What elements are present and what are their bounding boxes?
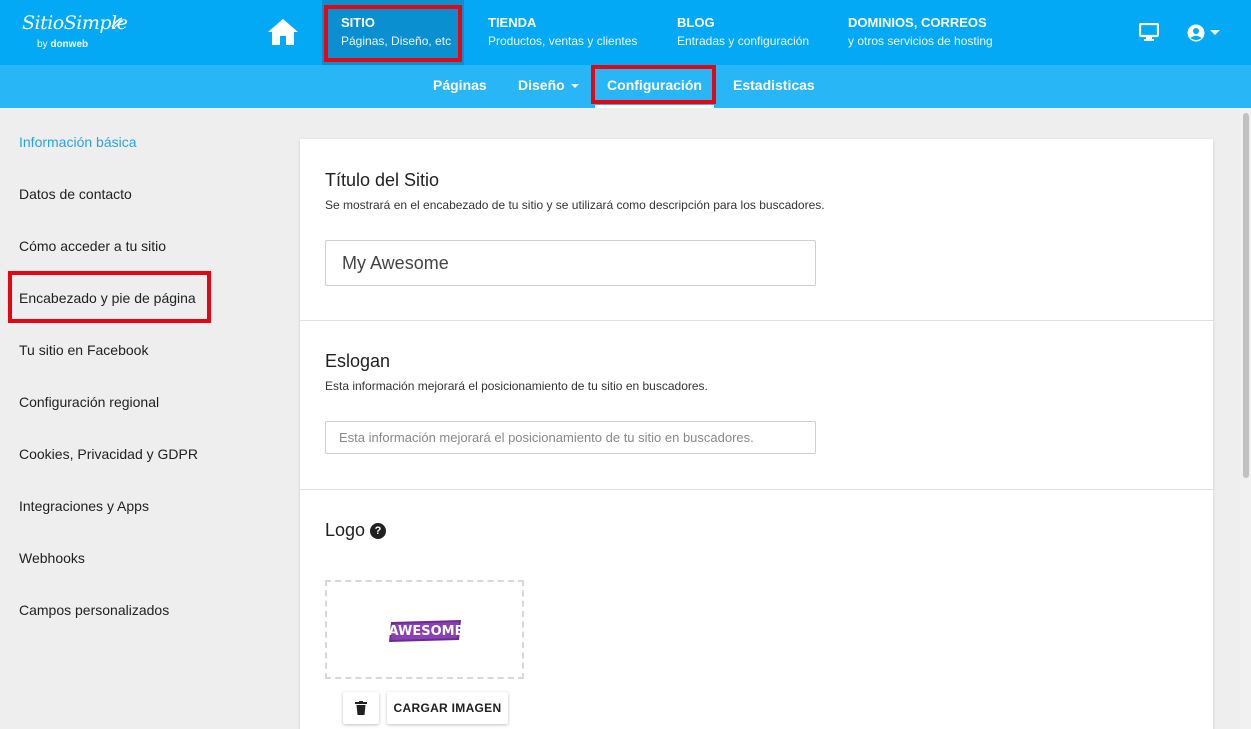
account-icon bbox=[1187, 24, 1205, 42]
chevron-down-icon bbox=[1210, 30, 1220, 35]
nav-sitio-subtitle: Páginas, Diseño, etc bbox=[341, 34, 452, 48]
subnav-paginas[interactable]: Páginas bbox=[433, 65, 487, 108]
nav-dominios[interactable]: DOMINIOS, CORREOS y otros servicios de h… bbox=[848, 0, 993, 65]
top-header: SitioSimple by donweb SITIO Páginas, Dis… bbox=[0, 0, 1251, 65]
nav-blog-title: BLOG bbox=[677, 15, 715, 30]
sidebar-item-datos-contacto[interactable]: Datos de contacto bbox=[19, 186, 132, 202]
nav-blog-subtitle: Entradas y configuración bbox=[677, 34, 810, 48]
awesome-logo-image: AWESOME bbox=[389, 620, 464, 642]
nav-sitio-title: SITIO bbox=[341, 15, 375, 30]
nav-sitio[interactable]: SITIO Páginas, Diseño, etc bbox=[322, 0, 464, 65]
nav-tienda-subtitle: Productos, ventas y clientes bbox=[488, 34, 638, 48]
sub-navigation: Páginas Diseño Configuración Estadistica… bbox=[0, 65, 1251, 108]
home-icon bbox=[268, 19, 298, 45]
monitor-icon bbox=[1138, 22, 1160, 41]
settings-sidebar: Información básica Datos de contacto Cóm… bbox=[0, 108, 270, 729]
sidebar-item-como-acceder[interactable]: Cómo acceder a tu sitio bbox=[19, 238, 166, 254]
subnav-configuracion[interactable]: Configuración bbox=[595, 65, 714, 108]
site-title-heading: Título del Sitio bbox=[325, 170, 440, 190]
divider bbox=[300, 320, 1213, 321]
eslogan-heading: Eslogan bbox=[325, 351, 391, 371]
brand-byline: by donweb bbox=[37, 39, 88, 50]
sidebar-item-webhooks[interactable]: Webhooks bbox=[19, 550, 85, 566]
logo-image-text: AWESOME bbox=[389, 624, 464, 639]
logo-dropzone[interactable]: AWESOME bbox=[325, 580, 524, 679]
scrollbar-thumb[interactable] bbox=[1243, 113, 1249, 478]
nav-dominios-subtitle: y otros servicios de hosting bbox=[848, 34, 993, 48]
logo-swoosh-icon bbox=[111, 17, 124, 29]
byline-name: donweb bbox=[50, 39, 89, 50]
account-menu-button[interactable] bbox=[1186, 23, 1220, 43]
sidebar-item-integraciones[interactable]: Integraciones y Apps bbox=[19, 498, 149, 514]
sitiosimple-logo[interactable]: SitioSimple by donweb bbox=[22, 12, 128, 52]
delete-logo-button[interactable] bbox=[343, 692, 379, 724]
settings-card: Título del Sitio Se mostrará en el encab… bbox=[300, 139, 1213, 729]
sidebar-item-campos[interactable]: Campos personalizados bbox=[19, 602, 169, 618]
eslogan-description: Esta información mejorará el posicionami… bbox=[325, 379, 708, 393]
subnav-diseno-label: Diseño bbox=[518, 77, 565, 93]
preview-button[interactable] bbox=[1138, 22, 1160, 41]
home-button[interactable] bbox=[267, 17, 299, 47]
logo-heading: Logo bbox=[325, 520, 366, 540]
site-title-description: Se mostrará en el encabezado de tu sitio… bbox=[325, 198, 825, 212]
subnav-diseno[interactable]: Diseño bbox=[518, 65, 579, 108]
nav-dominios-title: DOMINIOS, CORREOS bbox=[848, 15, 987, 30]
sidebar-item-cookies[interactable]: Cookies, Privacidad y GDPR bbox=[19, 446, 198, 462]
subnav-estadisticas[interactable]: Estadisticas bbox=[733, 65, 815, 108]
byline-prefix: by bbox=[37, 39, 48, 50]
divider bbox=[300, 489, 1213, 490]
page-scrollbar[interactable] bbox=[1240, 108, 1251, 729]
caret-down-icon bbox=[570, 84, 579, 89]
nav-tienda[interactable]: TIENDA Productos, ventas y clientes bbox=[488, 0, 637, 65]
nav-tienda-title: TIENDA bbox=[488, 15, 537, 30]
sidebar-item-config-regional[interactable]: Configuración regional bbox=[19, 394, 159, 410]
trash-icon bbox=[355, 701, 367, 715]
question-circle-icon[interactable]: ? bbox=[370, 523, 386, 539]
sidebar-item-encabezado-pie[interactable]: Encabezado y pie de página bbox=[19, 290, 196, 306]
sidebar-item-informacion-basica[interactable]: Información básica bbox=[19, 134, 137, 150]
eslogan-input[interactable] bbox=[325, 421, 816, 454]
site-title-input[interactable] bbox=[325, 240, 816, 286]
upload-image-button[interactable]: CARGAR IMAGEN bbox=[387, 692, 508, 724]
sidebar-item-facebook[interactable]: Tu sitio en Facebook bbox=[19, 342, 148, 358]
nav-blog[interactable]: BLOG Entradas y configuración bbox=[677, 0, 809, 65]
